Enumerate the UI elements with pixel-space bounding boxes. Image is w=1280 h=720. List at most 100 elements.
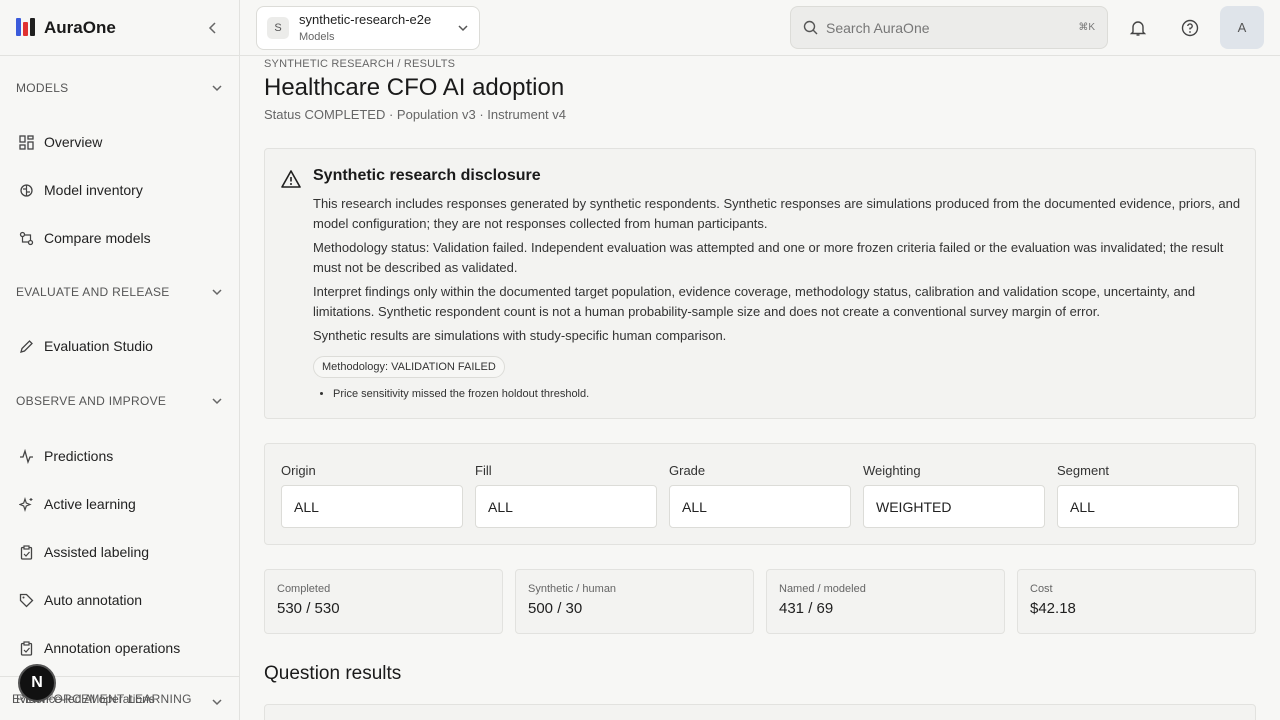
section-observe-improve[interactable]: OBSERVE AND IMPROVE	[0, 370, 239, 432]
fill-select[interactable]: ALL	[475, 485, 657, 528]
project-name: synthetic-research-e2e	[299, 12, 432, 28]
stat-completed: Completed 530 / 530	[264, 569, 503, 634]
chevron-left-icon	[208, 21, 216, 34]
project-subtitle: Models	[299, 30, 335, 43]
tag-icon	[18, 592, 34, 608]
filter-fill: Fill ALL	[475, 463, 657, 528]
brand-name: AuraOne	[44, 17, 116, 37]
sidebar-item-label: Model inventory	[44, 182, 143, 198]
section-models[interactable]: MODELS	[0, 58, 239, 118]
assistant-badge-button[interactable]: N	[18, 664, 56, 702]
question-results-card	[264, 704, 1256, 720]
clipboard-check-icon	[18, 640, 34, 656]
bell-icon	[1129, 21, 1147, 36]
brand-logo-icon	[16, 17, 36, 38]
chevron-down-icon	[212, 398, 222, 405]
sidebar-item-label: Predictions	[44, 448, 114, 464]
sidebar-item-label: Auto annotation	[44, 592, 143, 608]
stat-label: Completed	[277, 583, 331, 595]
section-label: EVALUATE AND RELEASE	[16, 285, 170, 299]
origin-select[interactable]: ALL	[281, 485, 463, 528]
compare-icon	[18, 230, 34, 246]
filter-origin: Origin ALL	[281, 463, 463, 528]
section-label: OBSERVE AND IMPROVE	[16, 394, 167, 408]
collapse-sidebar-button[interactable]	[203, 18, 223, 38]
chevron-down-icon	[212, 289, 222, 296]
clipboard-icon	[18, 544, 34, 560]
segment-select[interactable]: ALL	[1057, 485, 1239, 528]
brand-bar: AuraOne	[0, 0, 239, 56]
search-icon	[803, 20, 818, 35]
stat-synthetic-human: Synthetic / human 500 / 30	[515, 569, 754, 634]
filter-label: Origin	[281, 463, 316, 478]
sidebar-item-label: Evaluation Studio	[44, 338, 153, 354]
topbar: S synthetic-research-e2e Models ⌘K A	[240, 0, 1280, 56]
weighting-select[interactable]: WEIGHTED	[863, 485, 1045, 528]
disclosure-title: Synthetic research disclosure	[313, 167, 541, 184]
warning-icon	[281, 170, 301, 188]
sidebar-item-predictions[interactable]: Predictions	[0, 432, 239, 480]
filter-label: Segment	[1057, 463, 1110, 478]
breadcrumb: SYNTHETIC RESEARCH / RESULTS	[264, 58, 456, 70]
disclosure-paragraph: This research includes responses generat…	[313, 196, 1241, 231]
grid-icon	[18, 134, 34, 150]
sidebar-item-label: Active learning	[44, 496, 136, 512]
page-meta: Status COMPLETED · Population v3 · Instr…	[264, 107, 567, 122]
stat-named-modeled: Named / modeled 431 / 69	[766, 569, 1005, 634]
sidebar-item-compare-models[interactable]: Compare models	[0, 214, 239, 262]
disclosure-paragraph: Methodology status: Validation failed. I…	[313, 240, 1224, 275]
stat-value: 500 / 30	[528, 600, 583, 617]
stat-value: 431 / 69	[779, 600, 834, 617]
grade-select[interactable]: ALL	[669, 485, 851, 528]
sparkle-icon	[18, 496, 34, 512]
stat-value: 530 / 530	[277, 600, 340, 617]
stat-label: Cost	[1030, 583, 1053, 595]
pencil-icon	[18, 338, 34, 354]
disclosure-paragraph: Interpret findings only within the docum…	[313, 284, 1196, 319]
sidebar-item-label: Compare models	[44, 230, 151, 246]
help-button[interactable]	[1178, 16, 1202, 40]
project-avatar: S	[267, 17, 289, 39]
chevron-down-icon	[458, 25, 468, 32]
chevron-down-icon	[212, 85, 222, 92]
filter-weighting: Weighting WEIGHTED	[863, 463, 1045, 528]
list-item: Price sensitivity missed the frozen hold…	[333, 388, 1243, 400]
main-content: SYNTHETIC RESEARCH / RESULTS Healthcare …	[240, 56, 1280, 720]
filter-segment: Segment ALL	[1057, 463, 1239, 528]
sidebar-item-model-inventory[interactable]: Model inventory	[0, 166, 239, 214]
page-title: Healthcare CFO AI adoption	[264, 74, 565, 101]
filters-panel: Origin ALL Fill ALL Grade ALL Weighting …	[264, 443, 1256, 545]
section-title-question-results: Question results	[264, 663, 402, 684]
sidebar-item-auto-annotation[interactable]: Auto annotation	[0, 576, 239, 624]
methodology-status-badge: Methodology: VALIDATION FAILED	[313, 356, 505, 378]
sidebar-item-label: Assisted labeling	[44, 544, 150, 560]
help-circle-icon	[1181, 19, 1199, 37]
activity-icon	[18, 448, 34, 464]
sidebar-item-overview[interactable]: Overview	[0, 118, 239, 166]
sidebar-item-assisted-labeling[interactable]: Assisted labeling	[0, 528, 239, 576]
user-avatar[interactable]: A	[1220, 6, 1264, 49]
filter-grade: Grade ALL	[669, 463, 851, 528]
sidebar-item-active-learning[interactable]: Active learning	[0, 480, 239, 528]
notifications-button[interactable]	[1126, 16, 1150, 40]
filter-label: Fill	[475, 463, 492, 478]
disclosure-panel: Synthetic research disclosure This resea…	[264, 148, 1256, 419]
sidebar-item-evaluation-studio[interactable]: Evaluation Studio	[0, 322, 239, 370]
section-evaluate-release[interactable]: EVALUATE AND RELEASE	[0, 262, 239, 322]
search-shortcut: ⌘K	[1078, 22, 1095, 33]
search-input[interactable]	[826, 19, 1079, 36]
filter-label: Grade	[669, 463, 706, 478]
stat-label: Synthetic / human	[528, 583, 617, 595]
brain-icon	[18, 182, 34, 198]
stat-value: $42.18	[1030, 600, 1076, 617]
stat-label: Named / modeled	[779, 583, 866, 595]
sidebar: AuraOne MODELS Overview Model inventory …	[0, 0, 240, 720]
disclosure-paragraph: Synthetic results are simulations with s…	[313, 328, 727, 343]
disclosure-issues-list: Price sensitivity missed the frozen hold…	[313, 388, 1243, 400]
project-switcher[interactable]: S synthetic-research-e2e Models	[256, 6, 480, 50]
search-bar[interactable]: ⌘K	[790, 6, 1108, 49]
section-label: MODELS	[16, 81, 69, 95]
sidebar-item-label: Annotation operations	[44, 640, 181, 656]
stat-cost: Cost $42.18	[1017, 569, 1256, 634]
filter-label: Weighting	[863, 463, 921, 478]
